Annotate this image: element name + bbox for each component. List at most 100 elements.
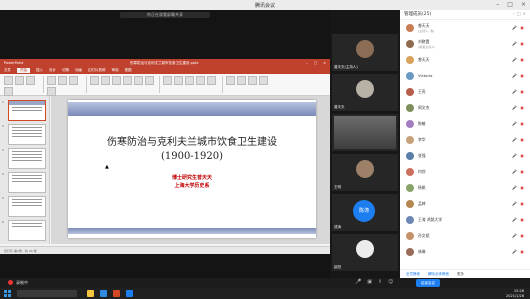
participant-row[interactable]: 周文杰 🎤 ▣ [400, 101, 528, 114]
camera-off-icon[interactable]: ▣ [520, 185, 524, 190]
cut-icon[interactable] [15, 76, 24, 85]
font-size-icon[interactable] [134, 76, 143, 85]
maximize-icon[interactable]: □ [507, 1, 513, 8]
muted-mic-icon[interactable]: 🎤 [512, 185, 517, 190]
format-painter-icon[interactable] [4, 87, 13, 96]
ppt-tab[interactable]: 动画 [75, 68, 82, 73]
paste-icon[interactable] [4, 76, 13, 85]
participant-row[interactable]: Victoria 🎤 ▣ [400, 69, 528, 82]
slide-thumbnail[interactable] [8, 220, 46, 241]
participant-row[interactable]: 刘晓霞 (联席主持人) 🎤 ▣ [400, 37, 528, 50]
taskbar-search-input[interactable] [17, 290, 77, 297]
camera-off-icon[interactable]: ▣ [520, 89, 524, 94]
ppt-tab[interactable]: 幻灯片放映 [88, 68, 106, 73]
ppt-close-icon[interactable]: × [323, 61, 326, 65]
camera-off-icon[interactable]: ▣ [520, 57, 524, 62]
ppt-tab[interactable]: 切换 [62, 68, 69, 73]
muted-mic-icon[interactable]: 🎤 [512, 25, 517, 30]
muted-mic-icon[interactable]: 🎤 [512, 201, 517, 206]
camera-off-icon[interactable]: ▣ [520, 249, 524, 254]
reset-icon[interactable] [69, 76, 78, 85]
muted-mic-icon[interactable]: 🎤 [512, 73, 517, 78]
camera-off-icon[interactable]: ▣ [520, 41, 524, 46]
participant-row[interactable]: 杨帆 🎤 ▣ [400, 181, 528, 194]
share-screen-icon[interactable]: ⇪ [378, 279, 382, 285]
bullets-icon[interactable] [163, 76, 172, 85]
camera-off-icon[interactable]: ▣ [520, 121, 524, 126]
shadow-icon[interactable] [145, 76, 154, 85]
video-tile[interactable]: 陈涛 成涛 [332, 194, 398, 231]
numbering-icon[interactable] [174, 76, 183, 85]
ppt-minimize-icon[interactable]: – [306, 61, 308, 65]
muted-mic-icon[interactable]: 🎤 [512, 89, 517, 94]
camera-off-icon[interactable]: ▣ [520, 233, 524, 238]
ppt-tab[interactable]: 视图 [125, 68, 132, 73]
quick-styles-icon[interactable] [248, 76, 257, 85]
current-slide[interactable]: 伤寒防治与克利夫兰城市饮食卫生建设 (1900-1920) 博士研究生曾天天 上… [68, 100, 316, 238]
camera-off-icon[interactable]: ▣ [520, 137, 524, 142]
participant-row[interactable]: 李华 🎤 ▣ [400, 133, 528, 146]
taskbar-clock[interactable]: 15:26 2021/1/28 [506, 289, 524, 298]
ppt-tab[interactable]: 文件 [4, 68, 11, 73]
slide-thumbnail[interactable] [8, 196, 46, 217]
mute-all-button[interactable]: 全员静音 [406, 272, 420, 277]
video-tile[interactable]: 曾天天(主持人) [332, 34, 398, 71]
video-tile[interactable]: 赵阳 [332, 234, 398, 271]
participant-row[interactable]: 张强 🎤 ▣ [400, 149, 528, 162]
ppt-tab[interactable]: 开始 [17, 68, 30, 73]
minimize-icon[interactable]: – [496, 1, 499, 8]
participant-row[interactable]: 孙文斌 🎤 ▣ [400, 229, 528, 242]
ppt-tab[interactable]: 审阅 [112, 68, 119, 73]
participant-row[interactable]: 陈敏 🎤 ▣ [400, 117, 528, 130]
camera-off-icon[interactable]: ▣ [520, 201, 524, 206]
underline-icon[interactable] [112, 76, 121, 85]
slide-thumbnail[interactable] [8, 100, 46, 121]
italic-icon[interactable] [101, 76, 110, 85]
panel-window-controls[interactable]: – □ × [513, 10, 526, 20]
close-icon[interactable]: × [521, 1, 526, 8]
video-tile[interactable]: 王明 [332, 154, 398, 191]
slide-thumbnail[interactable] [8, 124, 46, 145]
muted-mic-icon[interactable]: 🎤 [512, 169, 517, 174]
video-toggle-icon[interactable]: ▣ [367, 279, 372, 285]
more-button[interactable]: 更多 [457, 272, 464, 277]
camera-off-icon[interactable]: ▣ [520, 217, 524, 222]
new-slide-icon[interactable] [47, 76, 56, 85]
ppt-tab[interactable]: 设计 [49, 68, 56, 73]
participant-row[interactable]: 何欣 🎤 ▣ [400, 165, 528, 178]
muted-mic-icon[interactable]: 🎤 [512, 153, 517, 158]
muted-mic-icon[interactable]: 🎤 [512, 233, 517, 238]
camera-off-icon[interactable]: ▣ [520, 105, 524, 110]
layout-icon[interactable] [58, 76, 67, 85]
mic-toggle-icon[interactable]: 🎤 [355, 279, 361, 285]
slide-thumbnail[interactable] [8, 148, 46, 169]
font-color-icon[interactable] [123, 76, 132, 85]
camera-off-icon[interactable]: ▣ [520, 73, 524, 78]
muted-mic-icon[interactable]: 🎤 [512, 57, 517, 62]
bold-icon[interactable] [90, 76, 99, 85]
slide-thumbnail[interactable] [8, 172, 46, 193]
powerpoint-icon[interactable] [113, 290, 120, 297]
video-tile[interactable]: 曾天天 [332, 74, 398, 111]
participant-row[interactable]: 王亮 🎤 ▣ [400, 85, 528, 98]
recording-indicator[interactable]: 录制中 [8, 280, 28, 286]
find-icon[interactable] [259, 76, 268, 85]
muted-mic-icon[interactable]: 🎤 [512, 105, 517, 110]
participant-row[interactable]: 曾天天 (主持人, 我) 🎤 ▣ [400, 21, 528, 34]
unmute-all-button[interactable]: 解除全体静音 [428, 272, 449, 277]
muted-mic-icon[interactable]: 🎤 [512, 217, 517, 222]
file-explorer-icon[interactable] [87, 290, 94, 297]
edge-icon[interactable] [100, 290, 107, 297]
end-meeting-button[interactable]: 结束会议 [416, 279, 440, 287]
muted-mic-icon[interactable]: 🎤 [512, 249, 517, 254]
align-right-icon[interactable] [207, 76, 216, 85]
camera-off-icon[interactable]: ▣ [520, 169, 524, 174]
ppt-tab[interactable]: 插入 [36, 68, 43, 73]
muted-mic-icon[interactable]: 🎤 [512, 121, 517, 126]
video-tile[interactable] [332, 114, 398, 151]
members-icon[interactable]: ☺ [388, 279, 393, 285]
align-center-icon[interactable] [196, 76, 205, 85]
participant-row[interactable]: 林琳 🎤 ▣ [400, 245, 528, 258]
participant-row[interactable]: 孟婷 🎤 ▣ [400, 197, 528, 210]
muted-mic-icon[interactable]: 🎤 [512, 137, 517, 142]
